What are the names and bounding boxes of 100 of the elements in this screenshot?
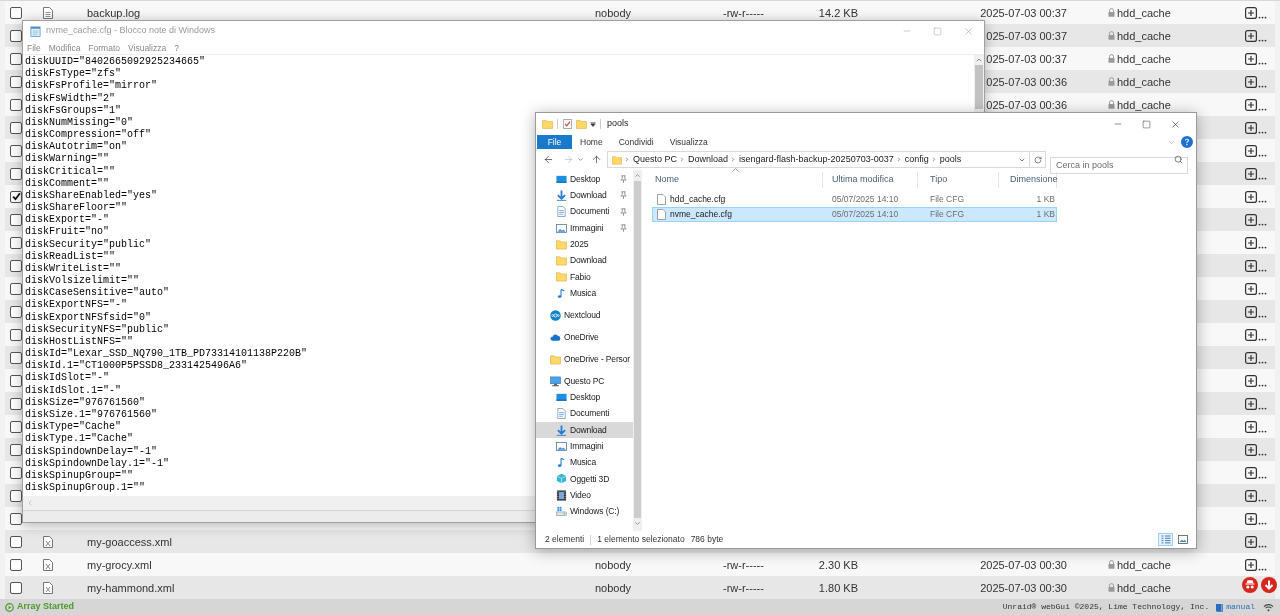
plus-box-dots-icon[interactable]: [1245, 98, 1267, 111]
ribbon-tab[interactable]: Condividi: [610, 135, 662, 149]
plus-box-dots-icon[interactable]: [1245, 328, 1267, 341]
scrollbar-thumb[interactable]: [634, 181, 641, 518]
checkbox[interactable]: [10, 259, 22, 272]
checkbox[interactable]: [10, 282, 22, 295]
file-row[interactable]: hdd_cache.cfg 05/07/2025 14:10 File CFG 1 KB: [652, 192, 1057, 207]
checkbox[interactable]: [10, 581, 22, 594]
back-arrow-icon[interactable]: [543, 154, 554, 165]
nav-item[interactable]: Musica: [536, 454, 633, 471]
checkbox[interactable]: [10, 213, 22, 226]
plus-box-dots-icon[interactable]: [1245, 167, 1267, 180]
menu-item[interactable]: ?: [174, 42, 179, 53]
plus-box-dots-icon[interactable]: [1245, 535, 1267, 548]
file-row[interactable]: nvme_cache.cfg 05/07/2025 14:10 File CFG 1 KB: [652, 207, 1057, 222]
view-button[interactable]: [1158, 533, 1173, 546]
checkbox[interactable]: [10, 52, 22, 65]
checkbox[interactable]: [10, 466, 22, 479]
checkbox[interactable]: [10, 397, 22, 410]
plus-box-dots-icon[interactable]: [1245, 52, 1267, 65]
nav-item[interactable]: Download: [536, 252, 633, 269]
nav-item[interactable]: Desktop: [536, 389, 633, 406]
plus-box-dots-icon[interactable]: [1245, 305, 1267, 318]
nav-item[interactable]: Immagini: [536, 219, 633, 237]
checkbox[interactable]: [10, 121, 22, 134]
plus-box-dots-icon[interactable]: [1245, 213, 1267, 226]
breadcrumb[interactable]: isengard-flash-backup-20250703-0037: [739, 152, 894, 167]
checkbox[interactable]: [10, 144, 22, 157]
nav-item[interactable]: Download: [536, 187, 633, 204]
checkbox[interactable]: [10, 75, 22, 88]
column-header[interactable]: Dimensione: [999, 172, 1057, 188]
menu-item[interactable]: File: [27, 42, 41, 53]
search-field[interactable]: Cerca in pools: [1050, 156, 1188, 174]
checkbox[interactable]: [10, 489, 22, 502]
nav-item[interactable]: Nextcloud: [536, 307, 633, 324]
breadcrumb[interactable]: pools: [939, 152, 962, 167]
file-menu-button[interactable]: File: [537, 135, 572, 149]
plus-box-dots-icon[interactable]: [1245, 6, 1267, 19]
plus-box-dots-icon[interactable]: [1245, 144, 1267, 157]
checkbox[interactable]: [10, 443, 22, 456]
plus-box-dots-icon[interactable]: [1245, 397, 1267, 410]
checkbox[interactable]: [10, 98, 22, 111]
nav-item[interactable]: 2025: [536, 236, 633, 253]
nav-item[interactable]: Oggetti 3D: [536, 470, 633, 488]
plus-box-dots-icon[interactable]: [1245, 259, 1267, 272]
checkbox[interactable]: [10, 328, 22, 341]
menu-item[interactable]: Visualizza: [128, 42, 167, 53]
nav-item[interactable]: Questo PC: [536, 373, 633, 390]
arrow-down-icon[interactable]: [1261, 577, 1277, 593]
plus-box-dots-icon[interactable]: [1245, 351, 1267, 364]
checkbox[interactable]: [10, 29, 22, 42]
plus-box-dots-icon[interactable]: [1245, 420, 1267, 433]
checkbox[interactable]: [10, 512, 22, 525]
nav-item[interactable]: Download: [536, 421, 633, 439]
checkbox[interactable]: [10, 535, 22, 548]
ribbon-tab[interactable]: Home: [572, 135, 611, 149]
manual-link[interactable]: manual: [1226, 601, 1255, 613]
plus-box-dots-icon[interactable]: [1245, 489, 1267, 502]
nav-item[interactable]: Video: [536, 487, 633, 504]
checkbox[interactable]: [10, 190, 22, 203]
checkbox[interactable]: [10, 167, 22, 180]
plus-box-dots-icon[interactable]: [1245, 443, 1267, 456]
plus-box-dots-icon[interactable]: [1245, 558, 1267, 571]
checkbox[interactable]: [10, 6, 22, 19]
incognito-icon[interactable]: [1242, 577, 1258, 593]
breadcrumb[interactable]: Questo PC: [633, 152, 678, 167]
plus-box-dots-icon[interactable]: [1245, 236, 1267, 249]
column-header[interactable]: Nome: [652, 172, 823, 188]
nav-item[interactable]: Fabio: [536, 268, 633, 286]
nav-item[interactable]: OneDrive: [536, 329, 633, 346]
breadcrumb[interactable]: config: [904, 152, 929, 167]
nav-item[interactable]: OneDrive - Persor: [536, 351, 633, 368]
checkbox[interactable]: [10, 351, 22, 364]
plus-box-dots-icon[interactable]: [1245, 512, 1267, 525]
column-header[interactable]: Ultima modifica: [823, 172, 918, 188]
plus-box-dots-icon[interactable]: [1245, 29, 1267, 42]
menu-item[interactable]: Formato: [88, 42, 120, 53]
breadcrumb[interactable]: Download: [688, 152, 729, 167]
ribbon-tab[interactable]: Visualizza: [661, 135, 716, 149]
scrollbar-thumb[interactable]: [975, 65, 983, 109]
nav-item[interactable]: Musica: [536, 285, 633, 302]
view-button[interactable]: [1175, 533, 1190, 546]
plus-box-dots-icon[interactable]: [1245, 121, 1267, 134]
plus-box-dots-icon[interactable]: [1245, 190, 1267, 203]
checkbox[interactable]: [10, 420, 22, 433]
checkbox[interactable]: [10, 305, 22, 318]
checkbox[interactable]: [10, 236, 22, 249]
refresh-button[interactable]: [1030, 151, 1046, 168]
dropdown-caret-icon[interactable]: [590, 121, 596, 127]
menu-item[interactable]: Modifica: [48, 42, 81, 53]
plus-box-dots-icon[interactable]: [1245, 374, 1267, 387]
plus-box-dots-icon[interactable]: [1245, 75, 1267, 88]
column-header[interactable]: Tipo: [918, 172, 999, 188]
checkbox[interactable]: [10, 558, 22, 571]
scroll-up-icon[interactable]: [975, 56, 983, 64]
plus-box-dots-icon[interactable]: [1245, 466, 1267, 479]
nav-item[interactable]: Documenti: [536, 203, 633, 220]
plus-box-dots-icon[interactable]: [1245, 282, 1267, 295]
nav-item[interactable]: Documenti: [536, 405, 633, 422]
help-icon[interactable]: [1181, 136, 1193, 148]
